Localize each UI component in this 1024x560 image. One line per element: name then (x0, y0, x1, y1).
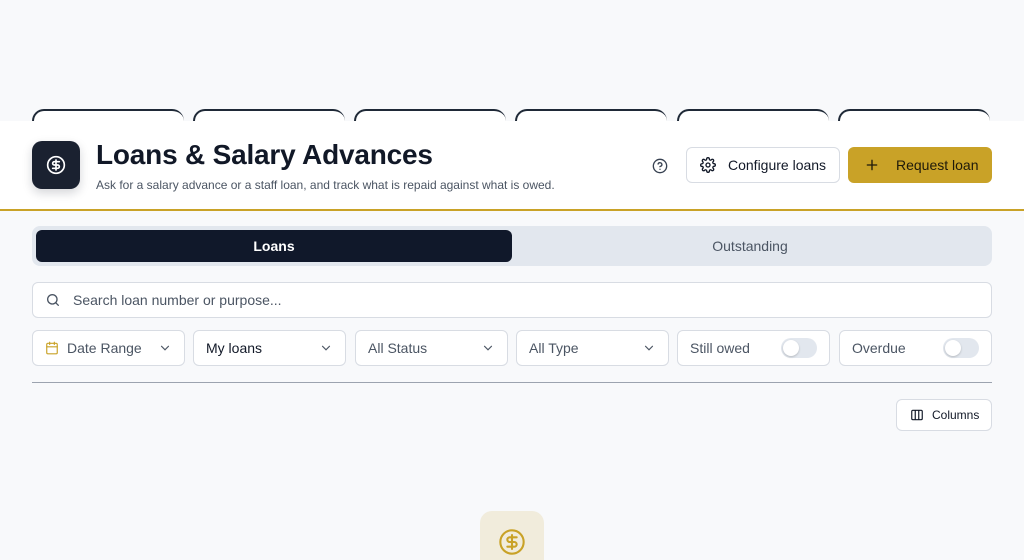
calendar-icon (45, 341, 59, 355)
tab-loans[interactable]: Loans (36, 230, 512, 262)
type-label: All Type (529, 340, 579, 356)
overdue-toggle[interactable] (943, 338, 979, 358)
overdue-filter: Overdue (839, 330, 992, 366)
search-icon (45, 292, 61, 308)
gear-icon (700, 157, 716, 173)
columns-button[interactable]: Columns (896, 399, 992, 431)
still-owed-label: Still owed (690, 340, 750, 356)
chevron-down-icon (158, 341, 172, 355)
overdue-label: Overdue (852, 340, 906, 356)
view-tabs: Loans Outstanding (32, 226, 992, 266)
request-loan-label: Request loan (896, 157, 979, 173)
tab-outstanding[interactable]: Outstanding (512, 230, 988, 262)
help-circle-icon[interactable] (650, 156, 670, 176)
type-select[interactable]: All Type (516, 330, 669, 366)
chevron-down-icon (319, 341, 333, 355)
page-title: Loans & Salary Advances (96, 139, 433, 170)
filters-divider (32, 382, 992, 383)
page-header: Loans & Salary Advances Ask for a salary… (0, 121, 1024, 211)
status-label: All Status (368, 340, 428, 356)
scope-label: My loans (206, 340, 263, 356)
configure-loans-button[interactable]: Configure loans (686, 147, 840, 183)
scope-select[interactable]: My loans (193, 330, 346, 366)
still-owed-filter: Still owed (677, 330, 830, 366)
dollar-circle-icon (498, 528, 526, 556)
date-range-filter[interactable]: Date Range (32, 330, 185, 366)
request-loan-button[interactable]: Request loan (848, 147, 992, 183)
dollar-circle-icon (32, 141, 80, 189)
search-input[interactable] (73, 292, 933, 308)
still-owed-toggle[interactable] (781, 338, 817, 358)
columns-label: Columns (932, 408, 980, 422)
configure-loans-label: Configure loans (728, 157, 827, 173)
page-subtitle: Ask for a salary advance or a staff loan… (96, 178, 555, 192)
date-range-label: Date Range (67, 340, 142, 356)
chevron-down-icon (481, 341, 495, 355)
chevron-down-icon (642, 341, 656, 355)
search-bar (32, 282, 992, 318)
status-select[interactable]: All Status (355, 330, 508, 366)
plus-icon (864, 157, 880, 173)
empty-state-icon-tile (480, 511, 544, 560)
columns-icon (910, 408, 924, 422)
